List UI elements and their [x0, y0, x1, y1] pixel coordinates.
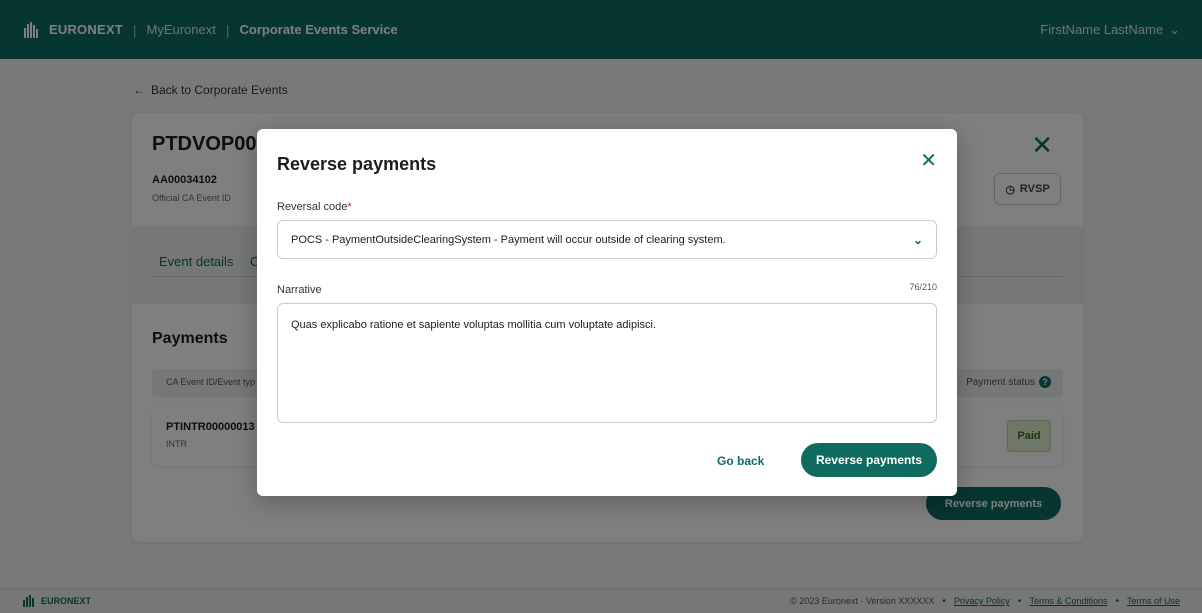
reverse-payments-dialog: Reverse payments ✕ Reversal code* POCS -… — [257, 129, 957, 496]
reversal-code-value: POCS - PaymentOutsideClearingSystem - Pa… — [291, 233, 726, 246]
close-icon[interactable]: ✕ — [920, 151, 937, 171]
reversal-code-label-text: Reversal code — [277, 201, 348, 213]
dialog-title: Reverse payments — [277, 154, 437, 174]
reversal-code-label: Reversal code* — [277, 201, 352, 213]
chevron-down-icon: ⌄ — [912, 232, 923, 247]
narrative-field[interactable]: Quas explicabo ratione et sapiente volup… — [277, 303, 937, 423]
confirm-reverse-payments-button[interactable]: Reverse payments — [801, 443, 937, 477]
required-mark: * — [347, 201, 352, 213]
reversal-code-select[interactable]: POCS - PaymentOutsideClearingSystem - Pa… — [277, 220, 937, 259]
narrative-label: Narrative — [277, 284, 322, 296]
character-counter: 76/210 — [909, 282, 937, 292]
go-back-button[interactable]: Go back — [717, 454, 764, 468]
